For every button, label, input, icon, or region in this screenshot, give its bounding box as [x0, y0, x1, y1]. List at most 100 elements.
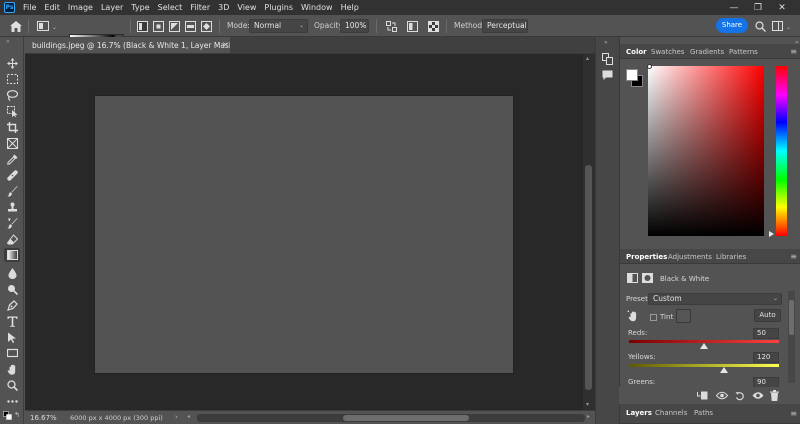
visibility-icon[interactable]: [752, 391, 764, 400]
linear-gradient-icon[interactable]: [135, 19, 149, 33]
workspace-icon[interactable]: [770, 19, 784, 33]
gradient-tool-preset-icon[interactable]: [36, 19, 50, 33]
menu-type[interactable]: Type: [127, 0, 153, 15]
tint-checkbox[interactable]: [650, 314, 657, 321]
lasso-tool-icon[interactable]: [4, 88, 20, 102]
reds-slider-thumb[interactable]: [700, 343, 708, 349]
panel-menu-icon[interactable]: ≡: [790, 409, 797, 418]
yellows-value-field[interactable]: 120: [753, 352, 779, 363]
eraser-tool-icon[interactable]: [4, 232, 20, 246]
minimize-button[interactable]: —: [722, 0, 746, 15]
horizontal-scroll-thumb[interactable]: [343, 415, 469, 421]
home-icon[interactable]: [9, 19, 23, 33]
menu-layer[interactable]: Layer: [97, 0, 127, 15]
path-selection-tool-icon[interactable]: [4, 330, 20, 344]
reverse-icon[interactable]: [384, 19, 398, 33]
object-selection-tool-icon[interactable]: [4, 104, 20, 118]
radial-gradient-icon[interactable]: [151, 19, 165, 33]
clip-to-layer-icon[interactable]: [697, 391, 708, 400]
reset-icon[interactable]: [735, 391, 745, 401]
chevron-down-icon[interactable]: ⌄: [786, 24, 791, 31]
tab-adjustments[interactable]: Adjustments: [668, 253, 712, 261]
healing-brush-tool-icon[interactable]: [4, 168, 20, 182]
restore-button[interactable]: ❐: [746, 0, 770, 15]
hue-marker[interactable]: [769, 231, 774, 237]
mode-dropdown[interactable]: Normal ⌄: [249, 19, 308, 33]
move-tool-icon[interactable]: [4, 56, 20, 70]
method-dropdown[interactable]: Perceptual ⌄: [482, 19, 528, 33]
targeted-adjustment-hand-icon[interactable]: [627, 310, 639, 322]
panel-menu-icon[interactable]: ≡: [790, 47, 797, 56]
history-brush-tool-icon[interactable]: [4, 216, 20, 230]
document-info[interactable]: 6000 px x 4000 px (300 ppi): [70, 414, 163, 422]
hand-tool-icon[interactable]: [4, 362, 20, 376]
eyedropper-tool-icon[interactable]: [4, 152, 20, 166]
rectangle-tool-icon[interactable]: [4, 346, 20, 360]
collapse-toolbar-icon[interactable]: »: [6, 38, 10, 45]
tab-libraries[interactable]: Libraries: [716, 253, 746, 261]
history-panel-icon[interactable]: [602, 53, 613, 65]
tab-patterns[interactable]: Patterns: [729, 48, 758, 56]
marquee-tool-icon[interactable]: [4, 72, 20, 86]
scroll-left-icon[interactable]: ◂: [187, 413, 190, 420]
chevron-down-icon[interactable]: ⌄: [52, 24, 57, 31]
diamond-gradient-icon[interactable]: [199, 19, 213, 33]
menu-filter[interactable]: Filter: [186, 0, 214, 15]
gradient-tool-icon[interactable]: [4, 248, 20, 262]
close-window-button[interactable]: ✕: [770, 0, 794, 15]
horizontal-scrollbar[interactable]: [197, 414, 585, 422]
blur-tool-icon[interactable]: [4, 266, 20, 280]
menu-select[interactable]: Select: [154, 0, 187, 15]
menu-image[interactable]: Image: [64, 0, 97, 15]
vertical-scroll-thumb[interactable]: [585, 165, 592, 390]
hue-slider[interactable]: [776, 66, 787, 236]
delete-icon[interactable]: [770, 390, 779, 401]
zoom-level[interactable]: 16.67%: [30, 414, 57, 422]
tab-layers[interactable]: Layers: [626, 409, 652, 417]
scroll-right-icon[interactable]: ▸: [587, 413, 590, 420]
angle-gradient-icon[interactable]: [167, 19, 181, 33]
tab-paths[interactable]: Paths: [694, 409, 713, 417]
menu-window[interactable]: Window: [297, 0, 337, 15]
menu-help[interactable]: Help: [337, 0, 363, 15]
yellows-slider-track[interactable]: [629, 364, 779, 367]
comments-panel-icon[interactable]: [602, 70, 613, 81]
zoom-tool-icon[interactable]: [4, 378, 20, 392]
expand-panels-icon[interactable]: «: [604, 39, 608, 46]
reds-value-field[interactable]: 50: [753, 328, 779, 339]
tab-properties[interactable]: Properties: [626, 253, 667, 261]
view-previous-state-icon[interactable]: [716, 391, 728, 400]
preset-dropdown[interactable]: Custom ⌄: [648, 293, 782, 305]
menu-view[interactable]: View: [233, 0, 260, 15]
menu-3d[interactable]: 3D: [214, 0, 233, 15]
tint-color-swatch[interactable]: [676, 309, 691, 323]
scroll-up-icon[interactable]: ▴: [586, 55, 589, 62]
foreground-color-swatch[interactable]: [626, 69, 638, 81]
tab-channels[interactable]: Channels: [655, 409, 687, 417]
transparency-icon[interactable]: [426, 19, 440, 33]
tab-gradients[interactable]: Gradients: [690, 48, 724, 56]
color-field[interactable]: [648, 66, 764, 236]
properties-scroll-thumb[interactable]: [789, 300, 794, 335]
type-tool-icon[interactable]: [4, 314, 20, 328]
yellows-slider-thumb[interactable]: [719, 367, 728, 373]
panel-menu-icon[interactable]: ≡: [790, 252, 797, 261]
menu-edit[interactable]: Edit: [40, 0, 64, 15]
crop-tool-icon[interactable]: [4, 120, 20, 134]
default-colors-icon[interactable]: [3, 411, 12, 420]
clone-stamp-tool-icon[interactable]: [4, 200, 20, 214]
brush-tool-icon[interactable]: [4, 184, 20, 198]
color-picker-cursor[interactable]: [647, 64, 652, 69]
document-canvas[interactable]: [95, 96, 513, 373]
menu-file[interactable]: File: [19, 0, 40, 15]
frame-tool-icon[interactable]: [4, 136, 20, 150]
close-tab-icon[interactable]: ×: [222, 40, 229, 49]
pen-tool-icon[interactable]: [4, 298, 20, 312]
tab-color[interactable]: Color: [626, 48, 647, 56]
dodge-tool-icon[interactable]: [4, 282, 20, 296]
reflected-gradient-icon[interactable]: [183, 19, 197, 33]
opacity-field[interactable]: 100% ⌄: [340, 19, 369, 33]
layer-mask-icon[interactable]: [642, 273, 653, 283]
swap-colors-icon[interactable]: ↰: [14, 411, 20, 419]
share-button[interactable]: Share: [716, 18, 748, 33]
